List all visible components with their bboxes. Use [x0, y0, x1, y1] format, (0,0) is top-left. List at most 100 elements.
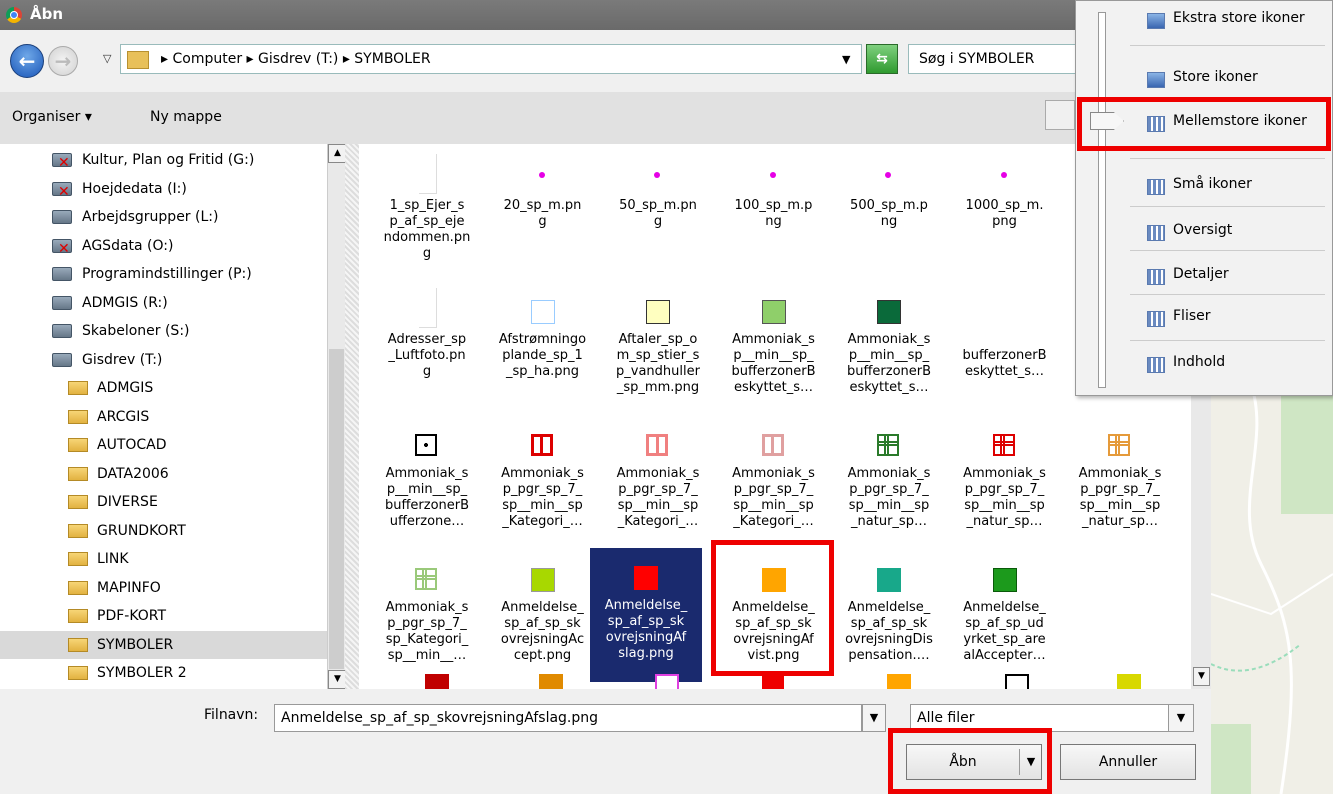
view-menu-item[interactable]: Detaljer	[1173, 266, 1229, 282]
pane-splitter[interactable]	[345, 144, 359, 689]
recent-locations-dropdown-icon[interactable]: ▽	[103, 52, 111, 65]
file-name: 1000_sp_m. png	[965, 198, 1044, 229]
nav-drive[interactable]: Kultur, Plan og Fritid (G:)	[0, 146, 330, 177]
file-item[interactable]: 1_sp_Ejer_s p_af_sp_eje ndommen.pn g	[371, 148, 483, 282]
nav-folder[interactable]: PDF-KORT	[0, 602, 330, 630]
file-item[interactable]: Ammoniak_s p__min__sp_ bufferzonerB uffe…	[371, 416, 483, 550]
nav-folder[interactable]: DIVERSE	[0, 488, 330, 516]
chrome-logo-icon	[6, 7, 22, 23]
nav-folder[interactable]: SYMBOLER	[0, 630, 330, 659]
search-input[interactable]: Søg i SYMBOLER	[908, 44, 1083, 74]
view-menu	[1075, 0, 1333, 396]
nav-drive[interactable]: Skabeloner (S:)	[0, 317, 330, 345]
file-thumbnail-icon	[530, 568, 555, 592]
file-thumbnail-icon	[415, 434, 437, 456]
file-item[interactable]: Ammoniak_s p_pgr_sp_7_ sp__min__sp _natu…	[949, 416, 1061, 550]
medium-icons-icon	[1147, 116, 1165, 132]
file-item[interactable]: Anmeldelse_ sp_af_sp_sk ovrejsningDis pe…	[833, 550, 945, 684]
nav-drive[interactable]: ADMGIS (R:)	[0, 289, 330, 317]
file-item[interactable]: Ammoniak_s p_pgr_sp_7_ sp_Kategori_ sp__…	[371, 550, 483, 684]
file-name: Ammoniak_s p_pgr_sp_7_ sp__min__sp _natu…	[963, 466, 1046, 529]
file-name: Ammoniak_s p__min__sp_ bufferzonerB esky…	[846, 332, 932, 395]
file-name: Aftaler_sp_o m_sp_stier_s p_vandhuller _…	[616, 332, 700, 395]
filename-dropdown-icon[interactable]: ▼	[862, 704, 886, 732]
view-size-slider[interactable]	[1098, 12, 1106, 388]
nav-folder[interactable]: SYMBOLER 2	[0, 659, 330, 687]
nav-folder[interactable]: GRUNDKORT	[0, 517, 330, 545]
organize-button[interactable]: Organiser ▾	[12, 109, 92, 125]
scroll-thumb[interactable]	[329, 349, 344, 669]
file-item[interactable]: 100_sp_m.p ng	[718, 148, 830, 282]
file-item[interactable]: 50_sp_m.pn g	[602, 148, 714, 282]
forward-button[interactable]: →	[48, 46, 78, 76]
file-item[interactable]: Ammoniak_s p_pgr_sp_7_ sp__min__sp _natu…	[833, 416, 945, 550]
file-thumbnail-icon	[530, 434, 553, 456]
file-item[interactable]: Ammoniak_s p_pgr_sp_7_ sp__min__sp _Kate…	[718, 416, 830, 550]
nav-drive[interactable]: Programindstillinger (P:)	[0, 260, 330, 288]
open-button[interactable]: Åbn ▼	[906, 744, 1042, 780]
nav-folder[interactable]: AUTOCAD	[0, 431, 330, 459]
address-dropdown-icon[interactable]: ▼	[842, 53, 850, 66]
nav-scrollbar[interactable]: ▲ ▼	[327, 144, 347, 689]
nav-folder[interactable]: ARCGIS	[0, 403, 330, 431]
file-thumbnail-icon	[992, 568, 1017, 592]
file-item[interactable]: Adresser_sp _Luftfoto.pn g	[371, 282, 483, 416]
view-menu-item[interactable]: Mellemstore ikoner	[1173, 113, 1307, 129]
file-thumbnail-icon	[769, 172, 776, 178]
open-options-dropdown-icon[interactable]: ▼	[1021, 745, 1041, 779]
file-item[interactable]: Anmeldelse_ sp_af_sp_sk ovrejsningAf sla…	[590, 548, 702, 682]
menu-separator	[1130, 45, 1325, 46]
nav-drive[interactable]: Arbejdsgrupper (L:)	[0, 203, 330, 231]
file-name: 20_sp_m.pn g	[503, 198, 582, 229]
file-item[interactable]: Anmeldelse_ sp_af_sp_sk ovrejsningAf vis…	[718, 550, 830, 684]
file-item[interactable]: Anmeldelse_ sp_af_sp_ud yrket_sp_are alA…	[949, 550, 1061, 684]
nav-drive[interactable]: Hoejdedata (I:)	[0, 175, 330, 206]
nav-drive[interactable]: Gisdrev (T:)	[0, 346, 330, 374]
file-list: 1_sp_Ejer_s p_af_sp_eje ndommen.pn g 20_s…	[359, 144, 1191, 689]
file-item[interactable]: 500_sp_m.p ng	[833, 148, 945, 282]
file-name: Anmeldelse_ sp_af_sp_sk ovrejsningDis pe…	[845, 600, 933, 663]
file-thumbnail-icon	[539, 674, 563, 689]
menu-separator	[1130, 340, 1325, 341]
file-item[interactable]: Ammoniak_s p_pgr_sp_7_ sp__min__sp _Kate…	[602, 416, 714, 550]
filename-value: Anmeldelse_sp_af_sp_skovrejsningAfslag.p…	[281, 710, 599, 726]
address-bar[interactable]: ▸ Computer ▸ Gisdrev (T:) ▸ SYMBOLER	[120, 44, 862, 74]
file-item[interactable]: Aftaler_sp_o m_sp_stier_s p_vandhuller _…	[602, 282, 714, 416]
nav-folder[interactable]: MAPINFO	[0, 574, 330, 602]
nav-folder[interactable]: DATA2006	[0, 460, 330, 488]
view-menu-item[interactable]: Fliser	[1173, 308, 1211, 324]
view-menu-item[interactable]: Små ikoner	[1173, 176, 1252, 192]
new-folder-button[interactable]: Ny mappe	[150, 109, 222, 125]
scroll-down-icon[interactable]: ▼	[1193, 667, 1210, 686]
file-item[interactable]: Ammoniak_s p__min__sp_ bufferzonerB esky…	[718, 282, 830, 416]
file-item[interactable]: Ammoniak_s p_pgr_sp_7_ sp__min__sp _natu…	[1064, 416, 1176, 550]
folder-icon	[68, 438, 88, 452]
file-thumbnail-icon	[634, 566, 658, 590]
back-button[interactable]: ←	[10, 44, 44, 78]
file-item[interactable]: Afstrømningo plande_sp_1 _sp_ha.png	[487, 282, 599, 416]
change-view-button[interactable]	[1045, 100, 1075, 130]
file-item[interactable]: Ammoniak_s p_pgr_sp_7_ sp__min__sp _Kate…	[487, 416, 599, 550]
filetype-select[interactable]: Alle filer	[910, 704, 1194, 732]
tiles-icon	[1147, 311, 1165, 327]
file-item[interactable]: Anmeldelse_ sp_af_sp_sk ovrejsningAc cep…	[487, 550, 599, 684]
nav-folder[interactable]: ADMGIS	[0, 374, 330, 402]
file-item[interactable]: Ammoniak_s p__min__sp_ bufferzonerB esky…	[833, 282, 945, 416]
refresh-button[interactable]: ⇆	[866, 44, 898, 74]
file-thumbnail-icon	[1005, 674, 1029, 689]
breadcrumb[interactable]: ▸ Computer ▸ Gisdrev (T:) ▸ SYMBOLER	[161, 51, 431, 67]
nav-folder[interactable]: LINK	[0, 545, 330, 573]
arrow-right-icon: →	[54, 49, 72, 73]
nav-drive-label: Hoejdedata (I:)	[82, 180, 187, 197]
filename-input[interactable]: Anmeldelse_sp_af_sp_skovrejsningAfslag.p…	[274, 704, 862, 732]
file-item[interactable]: 1000_sp_m. png	[949, 148, 1061, 282]
view-menu-item[interactable]: Ekstra store ikoner	[1173, 10, 1305, 26]
file-item[interactable]: 20_sp_m.pn g	[487, 148, 599, 282]
view-menu-item[interactable]: Store ikoner	[1173, 69, 1258, 85]
view-menu-item[interactable]: Oversigt	[1173, 222, 1232, 238]
filetype-dropdown-icon[interactable]: ▼	[1168, 705, 1193, 731]
view-menu-item[interactable]: Indhold	[1173, 354, 1225, 370]
nav-drive[interactable]: AGSdata (O:)	[0, 232, 330, 263]
cancel-button[interactable]: Annuller	[1060, 744, 1196, 780]
file-item[interactable]: bufferzonerB eskyttet_s…	[949, 282, 1061, 416]
